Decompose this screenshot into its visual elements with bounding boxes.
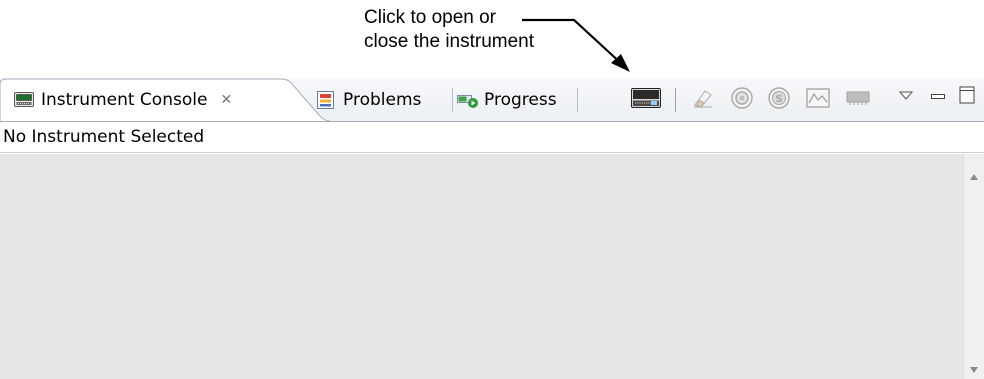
annotation-line-1: Click to open or: [364, 7, 497, 28]
maximize-button[interactable]: [955, 86, 979, 108]
maximize-icon: [959, 86, 975, 108]
chart-button[interactable]: [806, 88, 830, 112]
svg-text:S: S: [775, 94, 782, 105]
scroll-up-icon[interactable]: [969, 166, 979, 180]
tab-instrument-console[interactable]: Instrument Console ✕: [0, 78, 232, 122]
tab-instrument-console-label: Instrument Console: [41, 90, 208, 110]
tab-progress-label: Progress: [484, 90, 557, 110]
open-close-instrument-icon: [631, 88, 661, 112]
stop-icon: S: [768, 87, 790, 113]
clear-icon: [692, 88, 714, 112]
view-menu-button[interactable]: [894, 84, 918, 106]
minimize-icon: [931, 86, 945, 105]
annotation-callout: Click to open or close the instrument: [364, 6, 534, 54]
console-output-area[interactable]: [0, 154, 963, 379]
view-tab-bar: Instrument Console ✕ Problems Progress: [0, 78, 984, 122]
chart-icon: [806, 88, 830, 112]
close-tab-icon[interactable]: ✕: [220, 92, 232, 108]
instrument-status-text: No Instrument Selected: [3, 127, 205, 147]
tab-separator: [577, 88, 578, 112]
tab-problems[interactable]: Problems: [312, 78, 421, 122]
annotation-line-2: close the instrument: [364, 31, 535, 52]
clear-console-button[interactable]: [691, 89, 715, 111]
memory-button[interactable]: [846, 89, 870, 111]
tab-problems-label: Problems: [343, 90, 422, 110]
tab-progress[interactable]: Progress: [455, 78, 557, 122]
instrument-status-line: No Instrument Selected: [0, 122, 984, 153]
record-icon: [731, 87, 753, 113]
open-close-instrument-button[interactable]: [630, 88, 662, 112]
toolbar-separator: [675, 88, 676, 112]
view-menu-icon: [898, 86, 914, 105]
progress-icon: [457, 91, 478, 109]
tab-separator: [452, 88, 453, 112]
memory-icon: [846, 90, 870, 110]
instrument-console-icon: [14, 91, 34, 109]
record-button[interactable]: [730, 87, 754, 113]
minimize-button[interactable]: [926, 84, 950, 106]
vertical-scrollbar[interactable]: [963, 154, 984, 379]
problems-icon: [316, 91, 336, 109]
stop-button[interactable]: S: [767, 87, 791, 113]
scroll-down-icon[interactable]: [969, 359, 979, 373]
